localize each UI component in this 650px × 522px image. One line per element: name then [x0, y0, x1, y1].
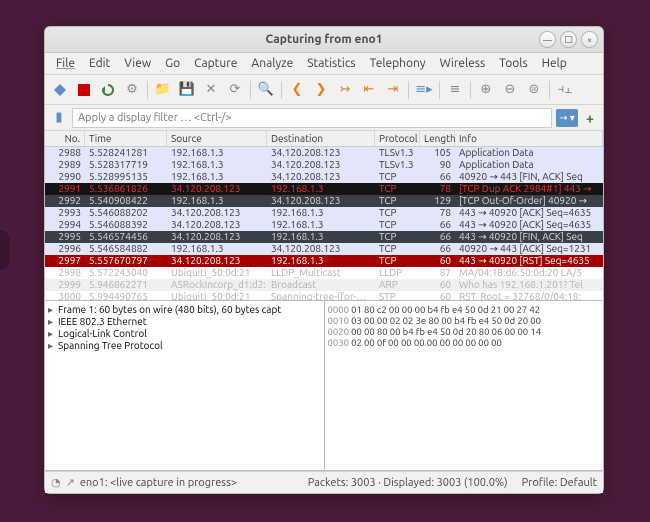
- zoom-out-icon[interactable]: ⊖: [499, 79, 521, 101]
- packet-list-header: No. Time Source Destination Protocol Len…: [45, 131, 603, 147]
- tree-row[interactable]: ▸Spanning Tree Protocol: [48, 340, 321, 352]
- jump-icon[interactable]: ↣: [334, 79, 356, 101]
- reload-icon[interactable]: ⟳: [224, 79, 246, 101]
- hex-row[interactable]: 0020 00 00 80 00 b4 fb e4 50 0d 20 80 06…: [328, 326, 601, 337]
- menu-wireless[interactable]: Wireless: [433, 54, 493, 73]
- packet-row[interactable]: 30005.994490765Ubiquiti_50:0d:21Spanning…: [45, 291, 603, 300]
- last-icon[interactable]: ⇥: [382, 79, 404, 101]
- packet-row[interactable]: 29925.540908422192.168.1.334.120.208.123…: [45, 195, 603, 207]
- save-icon[interactable]: 💾: [176, 79, 198, 101]
- packet-row[interactable]: 29895.528317719192.168.1.334.120.208.123…: [45, 159, 603, 171]
- statusbar: ◔ ↗ eno1: <live capture in progress> Pac…: [45, 471, 603, 493]
- expert-info-icon[interactable]: ◔: [51, 476, 61, 489]
- minimize-button[interactable]: —: [539, 31, 556, 48]
- col-len[interactable]: Length: [420, 131, 455, 146]
- first-icon[interactable]: ⇤: [358, 79, 380, 101]
- menu-tools[interactable]: Tools: [492, 54, 535, 73]
- add-filter-button[interactable]: +: [582, 110, 598, 126]
- zoom-in-icon[interactable]: ⊕: [475, 79, 497, 101]
- col-no[interactable]: No.: [45, 131, 85, 146]
- close-button[interactable]: ×: [581, 31, 598, 48]
- prev-icon[interactable]: ❮: [286, 79, 308, 101]
- status-interface: eno1: <live capture in progress>: [80, 477, 237, 489]
- packet-row[interactable]: 29995.946862271ASRockIncorp_d1:d2:…Broad…: [45, 279, 603, 291]
- col-info[interactable]: Info: [455, 131, 603, 146]
- close-file-icon[interactable]: ✕: [200, 79, 222, 101]
- details-bytes-split: ▸Frame 1: 60 bytes on wire (480 bits), 6…: [45, 301, 603, 471]
- packet-list-pane[interactable]: No. Time Source Destination Protocol Len…: [45, 131, 603, 301]
- maximize-button[interactable]: □: [560, 31, 577, 48]
- stop-capture-icon[interactable]: [73, 79, 95, 101]
- resize-columns-icon[interactable]: ⫞⫠: [554, 79, 576, 101]
- capture-file-icon[interactable]: ↗: [66, 476, 75, 489]
- filter-toolbar: ▮ → ▾ +: [45, 105, 603, 131]
- tree-row[interactable]: ▸Logical-Link Control: [48, 328, 321, 340]
- menu-capture[interactable]: Capture: [187, 54, 244, 73]
- capture-options-icon[interactable]: ⚙: [121, 79, 143, 101]
- titlebar: Capturing from eno1 — □ ×: [45, 27, 603, 53]
- packet-row[interactable]: 29935.54608820234.120.208.123192.168.1.3…: [45, 207, 603, 219]
- menu-file[interactable]: File: [49, 54, 82, 73]
- menu-help[interactable]: Help: [535, 54, 574, 73]
- col-time[interactable]: Time: [85, 131, 167, 146]
- toolbar: ⚙ 📁 💾 ✕ ⟳ 🔍 ❮ ❯ ↣ ⇤ ⇥ ≡▸ ≡ ⊕ ⊖ ⊜ ⫞⫠: [45, 75, 603, 105]
- tree-row[interactable]: ▸IEEE 802.3 Ethernet: [48, 316, 321, 328]
- menu-statistics[interactable]: Statistics: [300, 54, 362, 73]
- open-icon[interactable]: 📁: [152, 79, 174, 101]
- next-icon[interactable]: ❯: [310, 79, 332, 101]
- zoom-reset-icon[interactable]: ⊜: [523, 79, 545, 101]
- colorize-icon[interactable]: ≡: [444, 79, 466, 101]
- packet-row[interactable]: 29915.53686182634.120.208.123192.168.1.3…: [45, 183, 603, 195]
- launcher-handle: [0, 230, 10, 270]
- apply-filter-button[interactable]: → ▾: [556, 109, 578, 127]
- start-capture-icon[interactable]: [49, 79, 71, 101]
- packet-details-pane[interactable]: ▸Frame 1: 60 bytes on wire (480 bits), 6…: [45, 301, 324, 470]
- menu-analyze[interactable]: Analyze: [244, 54, 300, 73]
- status-profile[interactable]: Profile: Default: [522, 477, 597, 489]
- bookmark-icon[interactable]: ▮: [50, 109, 68, 127]
- hex-row[interactable]: 0010 03 00 00 02 02 3e 80 00 b4 fb e4 50…: [328, 315, 601, 326]
- window-title: Capturing from eno1: [45, 33, 603, 46]
- wireshark-window: Capturing from eno1 — □ × File Edit View…: [44, 26, 604, 494]
- hex-row[interactable]: 0000 01 80 c2 00 00 00 b4 fb e4 50 0d 21…: [328, 304, 601, 315]
- packet-row[interactable]: 29945.54608839234.120.208.123192.168.1.3…: [45, 219, 603, 231]
- menu-edit[interactable]: Edit: [82, 54, 117, 73]
- packet-row[interactable]: 29965.546584882192.168.1.334.120.208.123…: [45, 243, 603, 255]
- packet-bytes-pane[interactable]: 0000 01 80 c2 00 00 00 b4 fb e4 50 0d 21…: [324, 301, 604, 470]
- packet-row[interactable]: 29985.572243040Ubiquiti_50:0d:21LLDP_Mul…: [45, 267, 603, 279]
- menubar: File Edit View Go Capture Analyze Statis…: [45, 53, 603, 75]
- status-packets: Packets: 3003 · Displayed: 3003 (100.0%): [308, 477, 508, 489]
- find-icon[interactable]: 🔍: [255, 79, 277, 101]
- packet-row[interactable]: 29975.55767079734.120.208.123192.168.1.3…: [45, 255, 603, 267]
- col-proto[interactable]: Protocol: [375, 131, 420, 146]
- hex-row[interactable]: 0030 02 00 0f 00 00 00 00 00 00 00 00 00: [328, 337, 601, 348]
- tree-row[interactable]: ▸Frame 1: 60 bytes on wire (480 bits), 6…: [48, 304, 321, 316]
- col-dest[interactable]: Destination: [267, 131, 375, 146]
- col-source[interactable]: Source: [167, 131, 267, 146]
- menu-telephony[interactable]: Telephony: [363, 54, 433, 73]
- menu-go[interactable]: Go: [158, 54, 187, 73]
- packet-list-body[interactable]: 29885.528241281192.168.1.334.120.208.123…: [45, 147, 603, 300]
- packet-row[interactable]: 29905.528995135192.168.1.334.120.208.123…: [45, 171, 603, 183]
- restart-capture-icon[interactable]: [97, 79, 119, 101]
- display-filter-input[interactable]: [72, 108, 552, 128]
- autoscroll-icon[interactable]: ≡▸: [413, 79, 435, 101]
- packet-row[interactable]: 29955.54657445634.120.208.123192.168.1.3…: [45, 231, 603, 243]
- packet-row[interactable]: 29885.528241281192.168.1.334.120.208.123…: [45, 147, 603, 159]
- menu-view[interactable]: View: [117, 54, 158, 73]
